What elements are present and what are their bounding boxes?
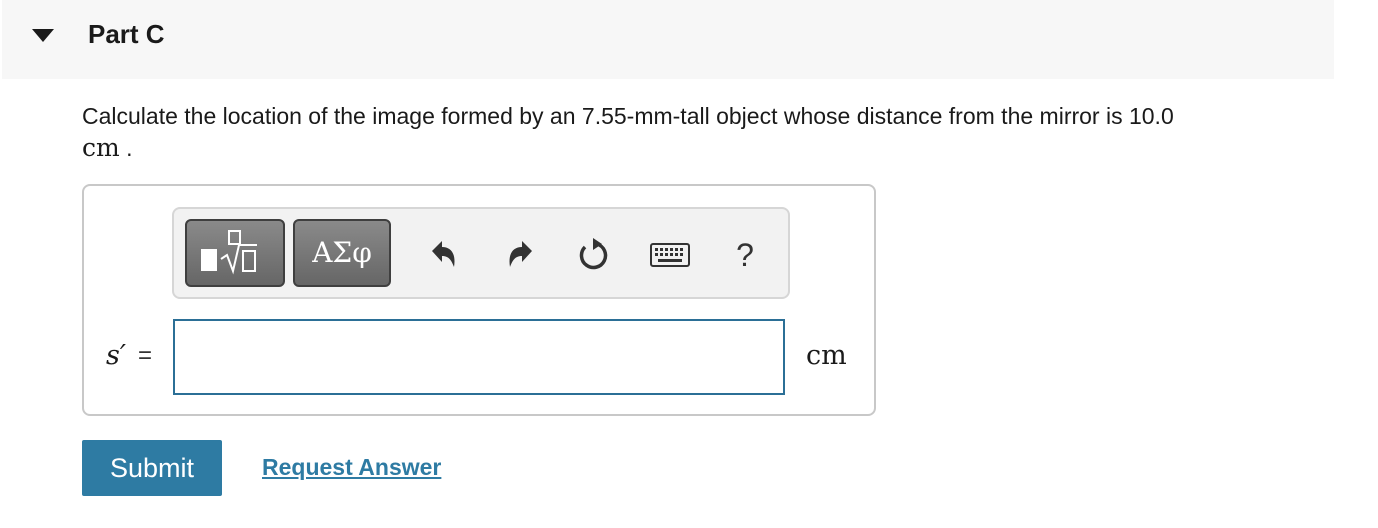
templates-button[interactable] xyxy=(185,219,285,287)
request-answer-link[interactable]: Request Answer xyxy=(262,452,441,482)
help-button[interactable]: ? xyxy=(730,235,760,275)
question-text: Calculate the location of the image form… xyxy=(82,100,1332,164)
keyboard-icon[interactable] xyxy=(650,243,690,267)
submit-button[interactable]: Submit xyxy=(82,440,222,496)
redo-icon[interactable] xyxy=(500,235,540,275)
answer-input[interactable] xyxy=(173,319,785,395)
symbols-label: ΑΣφ xyxy=(312,236,372,269)
templates-fraction-sqrt-icon xyxy=(201,230,257,275)
caret-down-icon[interactable] xyxy=(32,27,54,43)
reset-icon[interactable] xyxy=(573,235,613,275)
question-unit: cm xyxy=(82,133,120,162)
equals-sign: = xyxy=(138,342,153,369)
answer-unit-label: cm xyxy=(806,340,847,371)
math-toolbar: ΑΣφ ? xyxy=(172,207,790,299)
question-body: Calculate the location of the image form… xyxy=(82,103,1174,129)
variable-label: s′ xyxy=(106,340,126,371)
undo-icon[interactable] xyxy=(424,235,464,275)
answer-box: ΑΣφ ? s′ = cm xyxy=(82,184,876,416)
question-end-punct: . xyxy=(119,135,133,161)
part-header: Part C xyxy=(2,0,1334,79)
symbols-button[interactable]: ΑΣφ xyxy=(293,219,391,287)
part-title: Part C xyxy=(88,19,165,49)
